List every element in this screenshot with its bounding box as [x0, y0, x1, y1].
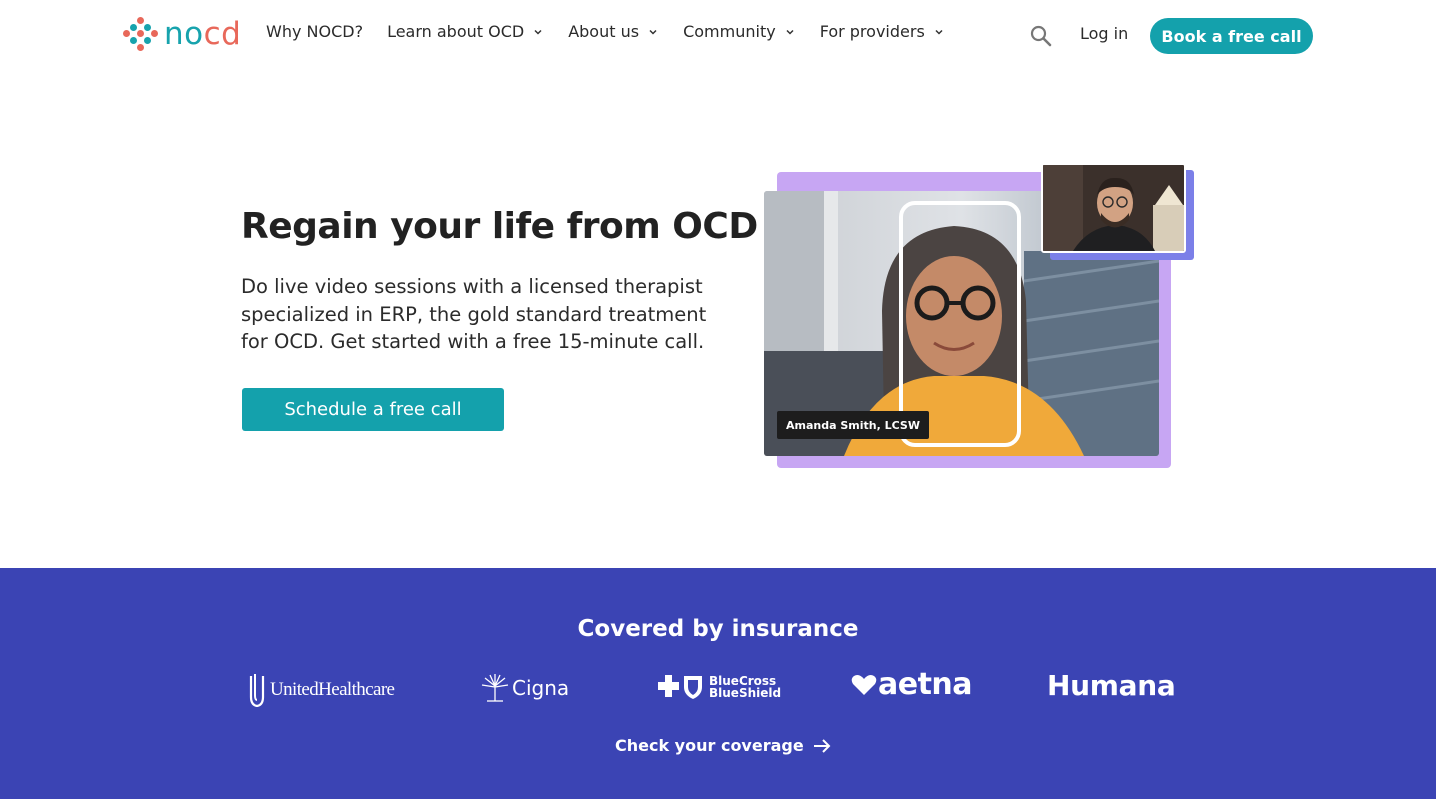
chevron-down-icon — [786, 29, 794, 35]
therapist-name-tag: Amanda Smith, LCSW — [777, 411, 929, 439]
check-coverage-link[interactable]: Check your coverage — [615, 736, 831, 755]
bcbs-cross-shield-icon — [658, 675, 702, 699]
check-coverage-label: Check your coverage — [615, 736, 804, 755]
bcbs-line2: BlueShield — [709, 686, 782, 700]
logo-wordmark: nocd — [164, 15, 242, 52]
hero-subtitle: Do live video sessions with a licensed t… — [241, 275, 707, 353]
insurance-section: Covered by insurance UnitedHealthcare Ci… — [0, 568, 1436, 799]
humana-logo: Humana — [1047, 668, 1176, 702]
chevron-down-icon — [935, 29, 943, 35]
menu-item-label: Why NOCD? — [266, 22, 364, 41]
aetna-logo: aetna — [851, 667, 973, 702]
client-photo — [1041, 163, 1186, 253]
top-navigation: nocd Why NOCD? Learn about OCD About us … — [0, 0, 1436, 70]
uhc-shield-icon — [249, 674, 265, 707]
bluecross-blueshield-logo: BlueCross BlueShield — [657, 672, 781, 702]
heart-icon — [851, 675, 877, 695]
menu-item-label: Learn about OCD — [387, 22, 525, 41]
menu-item-for-providers[interactable]: For providers — [820, 22, 945, 41]
menu-item-community[interactable]: Community — [683, 22, 796, 41]
nocd-logo[interactable]: nocd — [122, 14, 241, 54]
menu-item-label: About us — [568, 22, 640, 41]
logo-dots-icon — [122, 15, 160, 53]
aetna-wordmark: aetna — [878, 667, 973, 702]
humana-wordmark: Humana — [1047, 668, 1176, 702]
cigna-wordmark: Cigna — [512, 676, 570, 700]
cigna-logo: Cigna — [481, 671, 569, 705]
menu-item-about-us[interactable]: About us — [568, 22, 659, 41]
book-free-call-button[interactable]: Book a free call — [1150, 18, 1313, 54]
arrow-right-icon — [813, 738, 831, 753]
chevron-down-icon — [649, 29, 657, 35]
insurance-title: Covered by insurance — [577, 616, 859, 642]
menu-item-label: Community — [683, 22, 776, 41]
hero-title: Regain your life from OCD — [241, 206, 758, 247]
schedule-free-call-button[interactable]: Schedule a free call — [242, 388, 504, 431]
main-menu: Why NOCD? Learn about OCD About us Commu… — [266, 22, 969, 41]
menu-item-why-nocd[interactable]: Why NOCD? — [266, 22, 363, 41]
cigna-tree-icon — [481, 674, 509, 702]
uhc-wordmark: UnitedHealthcare — [270, 679, 395, 700]
menu-item-label: For providers — [819, 22, 925, 41]
menu-item-learn-about-ocd[interactable]: Learn about OCD — [387, 22, 544, 41]
login-link[interactable]: Log in — [1080, 24, 1128, 43]
unitedhealthcare-logo: UnitedHealthcare — [248, 673, 395, 707]
search-icon[interactable] — [1029, 24, 1053, 48]
chevron-down-icon — [534, 29, 542, 35]
